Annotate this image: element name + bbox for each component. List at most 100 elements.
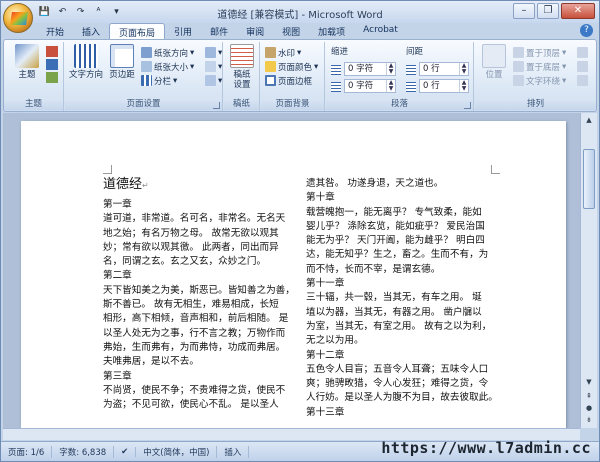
next-page-icon[interactable]: ⇟ (583, 414, 595, 426)
indent-right-spinner[interactable]: 0 字符 ▲ ▼ (344, 79, 396, 93)
breaks-button[interactable]: ▾ (205, 46, 222, 59)
office-button[interactable] (3, 3, 33, 33)
text-line: 第十二章 (306, 349, 345, 361)
spacing-before-spinner[interactable]: 0 行 ▲ ▼ (419, 62, 469, 76)
tab-home[interactable]: 开始 (37, 23, 73, 40)
tab-acrobat[interactable]: Acrobat (354, 23, 407, 40)
watermark-button[interactable]: 水印 ▾ (265, 46, 301, 59)
group-paragraph: 缩进 间距 0 字符 ▲ ▼ 0 字符 ▲ ▼ 0 行 ▲ ▼ 0 行 ▲ ▼ 段落 (326, 42, 474, 111)
status-page[interactable]: 页面: 1/6 (1, 445, 53, 458)
tab-references[interactable]: 引用 (165, 23, 201, 40)
text-wrap-icon (513, 75, 524, 86)
scroll-up-icon[interactable]: ▲ (583, 114, 595, 126)
page-color-button[interactable]: 页面颜色 ▾ (265, 60, 318, 73)
text-line: 弗始，生而弗有，为而弗恃，功成而弗居。 (103, 341, 286, 353)
column-left: 道德经↵ 第一章 道可道，非常道。名可名，非常名。无名天 地之始；有名万物之母。… (103, 175, 303, 412)
group-theme: 主题 主题 (4, 42, 64, 111)
tab-addins[interactable]: 加载项 (309, 23, 354, 40)
text-line: 达，能无知乎？生之，畜之。生而不有，为 (306, 249, 489, 261)
document-area[interactable]: 道德经↵ 第一章 道可道，非常道。名可名，非常名。无名天 地之始；有名万物之母。… (3, 113, 580, 440)
size-icon (141, 61, 152, 72)
tab-mailings[interactable]: 邮件 (201, 23, 237, 40)
send-back-icon (513, 61, 524, 72)
document-page[interactable]: 道德经↵ 第一章 道可道，非常道。名可名，非常名。无名天 地之始；有名万物之母。… (21, 121, 566, 440)
watermark-icon (265, 47, 276, 58)
group-objects-button[interactable] (577, 60, 588, 73)
text-line: 载营魄抱一，能无离乎？ 专气致柔，能如 (306, 206, 482, 218)
group-page-setup: 文字方向 页边距 纸张方向 ▾ 纸张大小 ▾ 分栏 ▾ ▾ ▾ ▾ 页面设置 (65, 42, 223, 111)
text-line: 不尚贤，使民不争；不贵难得之货，使民不 (103, 384, 286, 396)
spin-arrows-icon[interactable]: ▲ ▼ (386, 80, 395, 92)
title-bar: 💾 ↶ ↷ ᴬ ▾ 道德经 [兼容模式] - Microsoft Word – … (1, 1, 599, 23)
text-line: 三十辐，共一毂，当其无，有车之用。 埏 (306, 292, 482, 304)
vertical-scrollbar[interactable]: ▲ ▼ ⇞ ● ⇟ (580, 113, 597, 428)
position-button[interactable]: 位置 (479, 44, 509, 80)
status-mode[interactable]: 插入 (217, 445, 250, 458)
status-language[interactable]: 中文(简体，中国) (136, 445, 218, 458)
line-numbers-icon (205, 61, 216, 72)
text-line: 夫唯弗居，是以不去。 (103, 356, 199, 368)
align-button[interactable] (577, 46, 588, 59)
spin-arrows-icon[interactable]: ▲ ▼ (459, 63, 468, 75)
indent-left-spinner[interactable]: 0 字符 ▲ ▼ (344, 62, 396, 76)
text-line: 道可道，非常道。名可名，非常名。无名天 (103, 213, 286, 225)
columns-icon (141, 75, 152, 86)
bring-front-icon (513, 47, 524, 58)
close-button[interactable]: ✕ (561, 3, 595, 19)
spin-arrows-icon[interactable]: ▲ ▼ (459, 80, 468, 92)
columns-button[interactable]: 分栏 ▾ (141, 74, 177, 87)
scroll-down-icon[interactable]: ▼ (583, 376, 595, 388)
scroll-thumb[interactable] (583, 149, 595, 209)
text-line: 为盗；不见可欲，使民心不乱。 是以圣人 (103, 399, 279, 411)
group-arrange: 位置 置于顶层 ▾ 置于底层 ▾ 文字环绕 ▾ 排列 (475, 42, 596, 111)
rotate-button[interactable] (577, 74, 588, 87)
text-line: 为室，当其无，有室之用。 故有之以为利， (306, 320, 492, 332)
previous-page-icon[interactable]: ⇞ (583, 390, 595, 402)
tab-review[interactable]: 审阅 (237, 23, 273, 40)
minimize-button[interactable]: – (513, 3, 535, 19)
tab-page-layout[interactable]: 页面布局 (109, 23, 166, 40)
text-line: 天下皆知美之为美，斯恶已。皆知善之为善， (103, 284, 295, 296)
spacing-label: 间距 (406, 47, 424, 57)
theme-button[interactable]: 主题 (12, 44, 42, 80)
browse-object-icon[interactable]: ● (583, 402, 595, 414)
bring-front-button[interactable]: 置于顶层 ▾ (513, 46, 566, 59)
margins-button[interactable]: 页边距 (107, 44, 137, 80)
rotate-icon (577, 75, 588, 86)
text-direction-button[interactable]: 文字方向 (69, 44, 103, 80)
text-line: 名，同谓之玄。玄之又玄，众妙之门。 (103, 256, 267, 268)
spacing-before-icon (406, 65, 416, 75)
margins-icon (110, 44, 134, 68)
draft-settings-button[interactable]: 稿纸 设置 (227, 44, 257, 90)
restore-button[interactable]: ❐ (537, 3, 559, 19)
ribbon-tabs: 开始 插入 页面布局 引用 邮件 审阅 视图 加载项 Acrobat (37, 23, 407, 40)
send-back-button[interactable]: 置于底层 ▾ (513, 60, 566, 73)
page-setup-dialog-launcher[interactable] (213, 102, 220, 109)
hyphenation-button[interactable]: ▾ (205, 74, 222, 87)
position-icon (482, 44, 506, 68)
theme-icon (15, 44, 39, 68)
line-numbers-button[interactable]: ▾ (205, 60, 222, 73)
align-icon (577, 47, 588, 58)
text-direction-icon (74, 44, 98, 68)
size-button[interactable]: 纸张大小 ▾ (141, 60, 194, 73)
tab-view[interactable]: 视图 (273, 23, 309, 40)
tab-insert[interactable]: 插入 (73, 23, 109, 40)
status-words[interactable]: 字数: 6,838 (52, 445, 115, 458)
text-line: 以圣人处无为之事，行不言之教；万物作而 (103, 327, 286, 339)
text-line: 妙；常有欲以观其徼。 此两者，同出而异 (103, 241, 279, 253)
spacing-after-spinner[interactable]: 0 行 ▲ ▼ (419, 79, 469, 93)
orientation-button[interactable]: 纸张方向 ▾ (141, 46, 194, 59)
page-border-button[interactable]: 页面边框 (265, 74, 312, 87)
draft-paper-icon (230, 44, 254, 68)
orientation-icon (141, 47, 152, 58)
paragraph-dialog-launcher[interactable] (464, 102, 471, 109)
theme-small-icons[interactable] (46, 46, 58, 86)
hyphenation-icon (205, 75, 216, 86)
word-window: 💾 ↶ ↷ ᴬ ▾ 道德经 [兼容模式] - Microsoft Word – … (0, 0, 600, 462)
breaks-icon (205, 47, 216, 58)
spin-arrows-icon[interactable]: ▲ ▼ (386, 63, 395, 75)
help-icon[interactable]: ? (580, 24, 593, 37)
spelling-check-icon[interactable]: ✔ (114, 446, 137, 457)
text-wrap-button[interactable]: 文字环绕 ▾ (513, 74, 566, 87)
